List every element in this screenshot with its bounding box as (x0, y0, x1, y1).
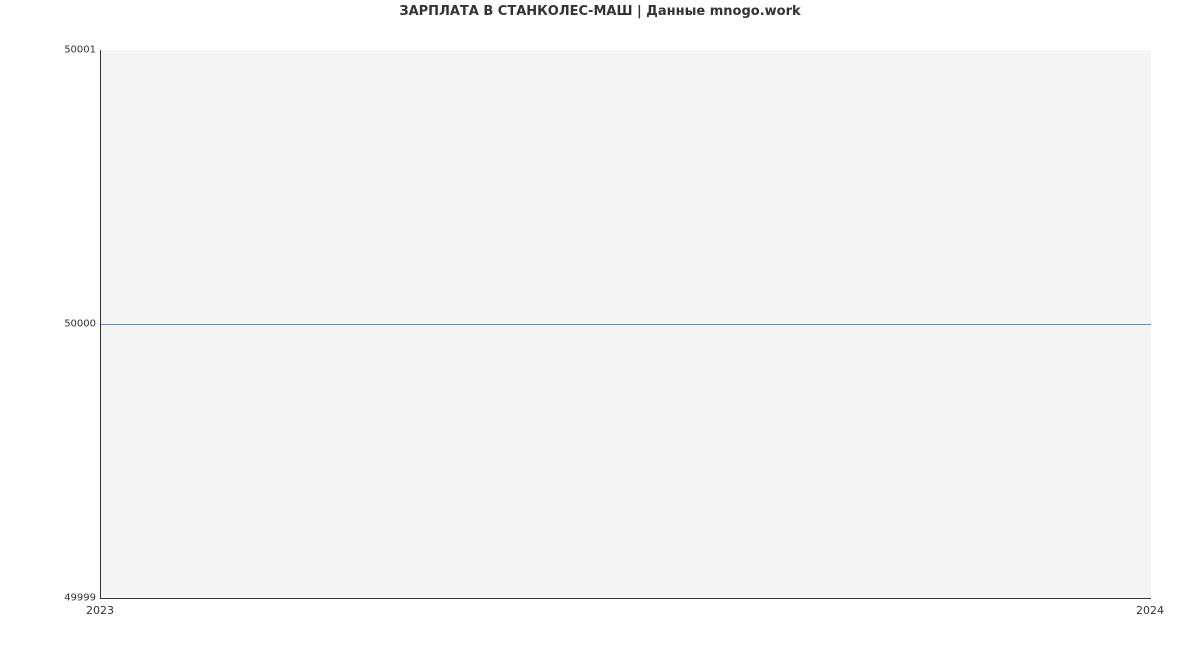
chart-container: ЗАРПЛАТА В СТАНКОЛЕС-МАШ | Данные mnogo.… (0, 0, 1200, 650)
y-tick-label: 49999 (6, 593, 96, 604)
x-tick-label: 2023 (70, 604, 130, 617)
y-tick-label: 50001 (6, 45, 96, 56)
x-tick-label: 2024 (1120, 604, 1180, 617)
series-line-salary (101, 324, 1151, 325)
y-tick-label: 50000 (6, 319, 96, 330)
chart-title: ЗАРПЛАТА В СТАНКОЛЕС-МАШ | Данные mnogo.… (0, 4, 1200, 19)
plot-area (100, 50, 1151, 599)
